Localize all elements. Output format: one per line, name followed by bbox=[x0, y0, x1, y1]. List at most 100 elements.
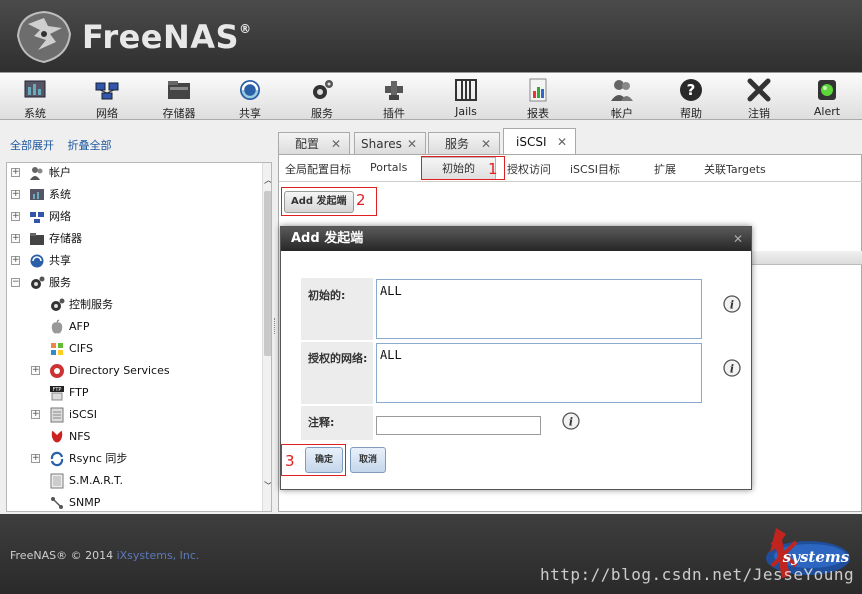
toolbar-label: 服务 bbox=[311, 107, 333, 120]
logout-icon bbox=[747, 78, 771, 102]
tree-item-label: 控制服务 bbox=[69, 298, 113, 311]
panel-splitter[interactable] bbox=[273, 162, 277, 512]
toolbar-label: Alert bbox=[813, 105, 841, 118]
tree-expand-toggle[interactable]: + bbox=[11, 190, 20, 199]
info-icon[interactable]: i bbox=[562, 412, 580, 430]
tree-item-label: 共享 bbox=[49, 254, 71, 267]
toolbar-alert-button[interactable]: Alert bbox=[795, 75, 859, 119]
close-icon[interactable]: ✕ bbox=[331, 133, 341, 155]
afp-icon bbox=[51, 319, 63, 334]
toolbar-help-button[interactable]: ? 帮助 bbox=[659, 75, 723, 120]
close-icon[interactable]: ✕ bbox=[481, 133, 491, 155]
storage-icon bbox=[168, 81, 190, 99]
close-icon[interactable]: ✕ bbox=[407, 133, 417, 155]
subtab-portals[interactable]: Portals bbox=[370, 161, 407, 174]
svg-text:i: i bbox=[569, 416, 573, 429]
account-icon bbox=[30, 167, 43, 180]
cancel-button[interactable]: 取消 bbox=[350, 447, 386, 473]
tree-item-label: Rsync 同步 bbox=[69, 452, 128, 465]
toolbar-services-button[interactable]: 服务 bbox=[290, 75, 354, 120]
tab-shares[interactable]: Shares ✕ bbox=[354, 132, 426, 154]
ixsystems-logo-text: systems bbox=[783, 548, 850, 566]
authorized-network-label: 授权的网络: bbox=[301, 342, 373, 404]
tab-iscsi[interactable]: iSCSI ✕ bbox=[503, 128, 576, 155]
tab-settings[interactable]: 配置 ✕ bbox=[278, 132, 350, 154]
toolbar-plugins-button[interactable]: 插件 bbox=[362, 75, 426, 120]
add-initiator-dialog: Add 发起端 ✕ 初始的: ALL i 授权的网络: ALL i 注释: i … bbox=[280, 226, 752, 490]
network-icon bbox=[30, 212, 44, 223]
scrollbar-thumb[interactable] bbox=[264, 191, 271, 356]
toolbar-account-button[interactable]: 帐户 bbox=[590, 75, 654, 120]
close-icon[interactable]: ✕ bbox=[557, 129, 567, 156]
tree-item-label: CIFS bbox=[69, 342, 94, 355]
tree-item-label: 网络 bbox=[49, 210, 71, 223]
tree-item-label: 服务 bbox=[49, 276, 71, 289]
sharing-icon bbox=[30, 254, 44, 268]
authorized-network-field[interactable]: ALL bbox=[376, 343, 702, 403]
navigation-tree: + 帐户 + 系统 + 网络 + 存储器 + 共享 − 服务 控制服务 AFP … bbox=[6, 162, 272, 512]
tree-collapse-toggle[interactable]: − bbox=[11, 278, 20, 287]
freenas-logo-text: FreeNAS® bbox=[82, 18, 252, 56]
control-services-icon bbox=[51, 298, 65, 311]
initiators-field[interactable]: ALL bbox=[376, 279, 702, 339]
tree-scrollbar[interactable]: ︿ ﹀ bbox=[262, 163, 271, 511]
tab-services[interactable]: 服务 ✕ bbox=[428, 132, 500, 154]
freenas-logo-icon bbox=[16, 10, 72, 64]
dialog-title: Add 发起端 bbox=[291, 231, 364, 246]
tree-expand-toggle[interactable]: + bbox=[31, 454, 40, 463]
tree-item-label: Directory Services bbox=[69, 364, 170, 377]
blog-watermark: http://blog.csdn.net/JesseYoung bbox=[540, 565, 855, 584]
tree-expand-toggle[interactable]: + bbox=[11, 168, 20, 177]
tree-item-label: SNMP bbox=[69, 496, 101, 509]
toolbar-label: 报表 bbox=[527, 107, 549, 120]
tree-item-label: NFS bbox=[69, 430, 91, 443]
scroll-down-icon[interactable]: ﹀ bbox=[263, 479, 271, 492]
tree-item-label: iSCSI bbox=[69, 408, 97, 421]
dialog-title-bar: Add 发起端 ✕ bbox=[281, 227, 751, 251]
nfs-icon bbox=[51, 431, 63, 443]
toolbar-network-button[interactable]: 网络 bbox=[75, 75, 139, 120]
splitter-grip[interactable] bbox=[274, 318, 276, 334]
plugins-icon bbox=[385, 81, 403, 100]
toolbar-sharing-button[interactable]: 共享 bbox=[218, 75, 282, 120]
annotation-number-3: 3 bbox=[285, 452, 295, 470]
rsync-icon bbox=[50, 451, 64, 467]
toolbar-label: 帐户 bbox=[611, 107, 633, 120]
toolbar-label: 存储器 bbox=[162, 107, 196, 120]
tree-expand-toggle[interactable]: + bbox=[11, 212, 20, 221]
subtab-iscsi-targets[interactable]: iSCSI目标 bbox=[570, 161, 620, 177]
info-icon[interactable]: i bbox=[723, 295, 741, 313]
toolbar-system-button[interactable]: 系统 bbox=[3, 75, 67, 120]
close-icon[interactable]: ✕ bbox=[733, 227, 743, 251]
info-icon[interactable]: i bbox=[723, 359, 741, 377]
toolbar-jails-button[interactable]: Jails bbox=[434, 75, 498, 119]
services-icon bbox=[31, 276, 45, 289]
services-icon bbox=[313, 80, 333, 99]
snmp-icon bbox=[51, 497, 63, 509]
subtab-associated-targets[interactable]: 关联Targets bbox=[704, 161, 766, 177]
toolbar-reporting-button[interactable]: 报表 bbox=[506, 75, 570, 120]
subtab-extents[interactable]: 扩展 bbox=[654, 161, 676, 177]
alert-icon bbox=[818, 80, 836, 100]
collapse-all-link[interactable]: 折叠全部 bbox=[68, 139, 112, 152]
tree-expand-toggle[interactable]: + bbox=[31, 410, 40, 419]
tree-expand-toggle[interactable]: + bbox=[31, 366, 40, 375]
subtab-global-target-config[interactable]: 全局配置目标 bbox=[285, 161, 351, 177]
tree-expand-toggle[interactable]: + bbox=[11, 256, 20, 265]
annotation-number-2: 2 bbox=[356, 191, 366, 209]
scroll-up-icon[interactable]: ︿ bbox=[263, 173, 271, 186]
tree-item-label: FTP bbox=[69, 386, 89, 399]
toolbar-storage-button[interactable]: 存储器 bbox=[147, 75, 211, 120]
subtab-authorized-access[interactable]: 授权访问 bbox=[507, 161, 551, 177]
expand-all-link[interactable]: 全部展开 bbox=[10, 139, 54, 152]
cifs-icon bbox=[51, 343, 63, 355]
toolbar-label: 注销 bbox=[748, 107, 770, 120]
tree-controls: 全部展开 折叠全部 bbox=[10, 137, 122, 153]
svg-text:?: ? bbox=[687, 81, 696, 99]
comment-input[interactable] bbox=[376, 416, 541, 435]
copyright-prefix: FreeNAS® © 2014 bbox=[10, 549, 114, 562]
toolbar-logout-button[interactable]: 注销 bbox=[727, 75, 791, 120]
tree-expand-toggle[interactable]: + bbox=[11, 234, 20, 243]
ixsystems-link[interactable]: iXsystems, Inc. bbox=[117, 549, 200, 562]
tab-label: 服务 bbox=[445, 137, 470, 151]
